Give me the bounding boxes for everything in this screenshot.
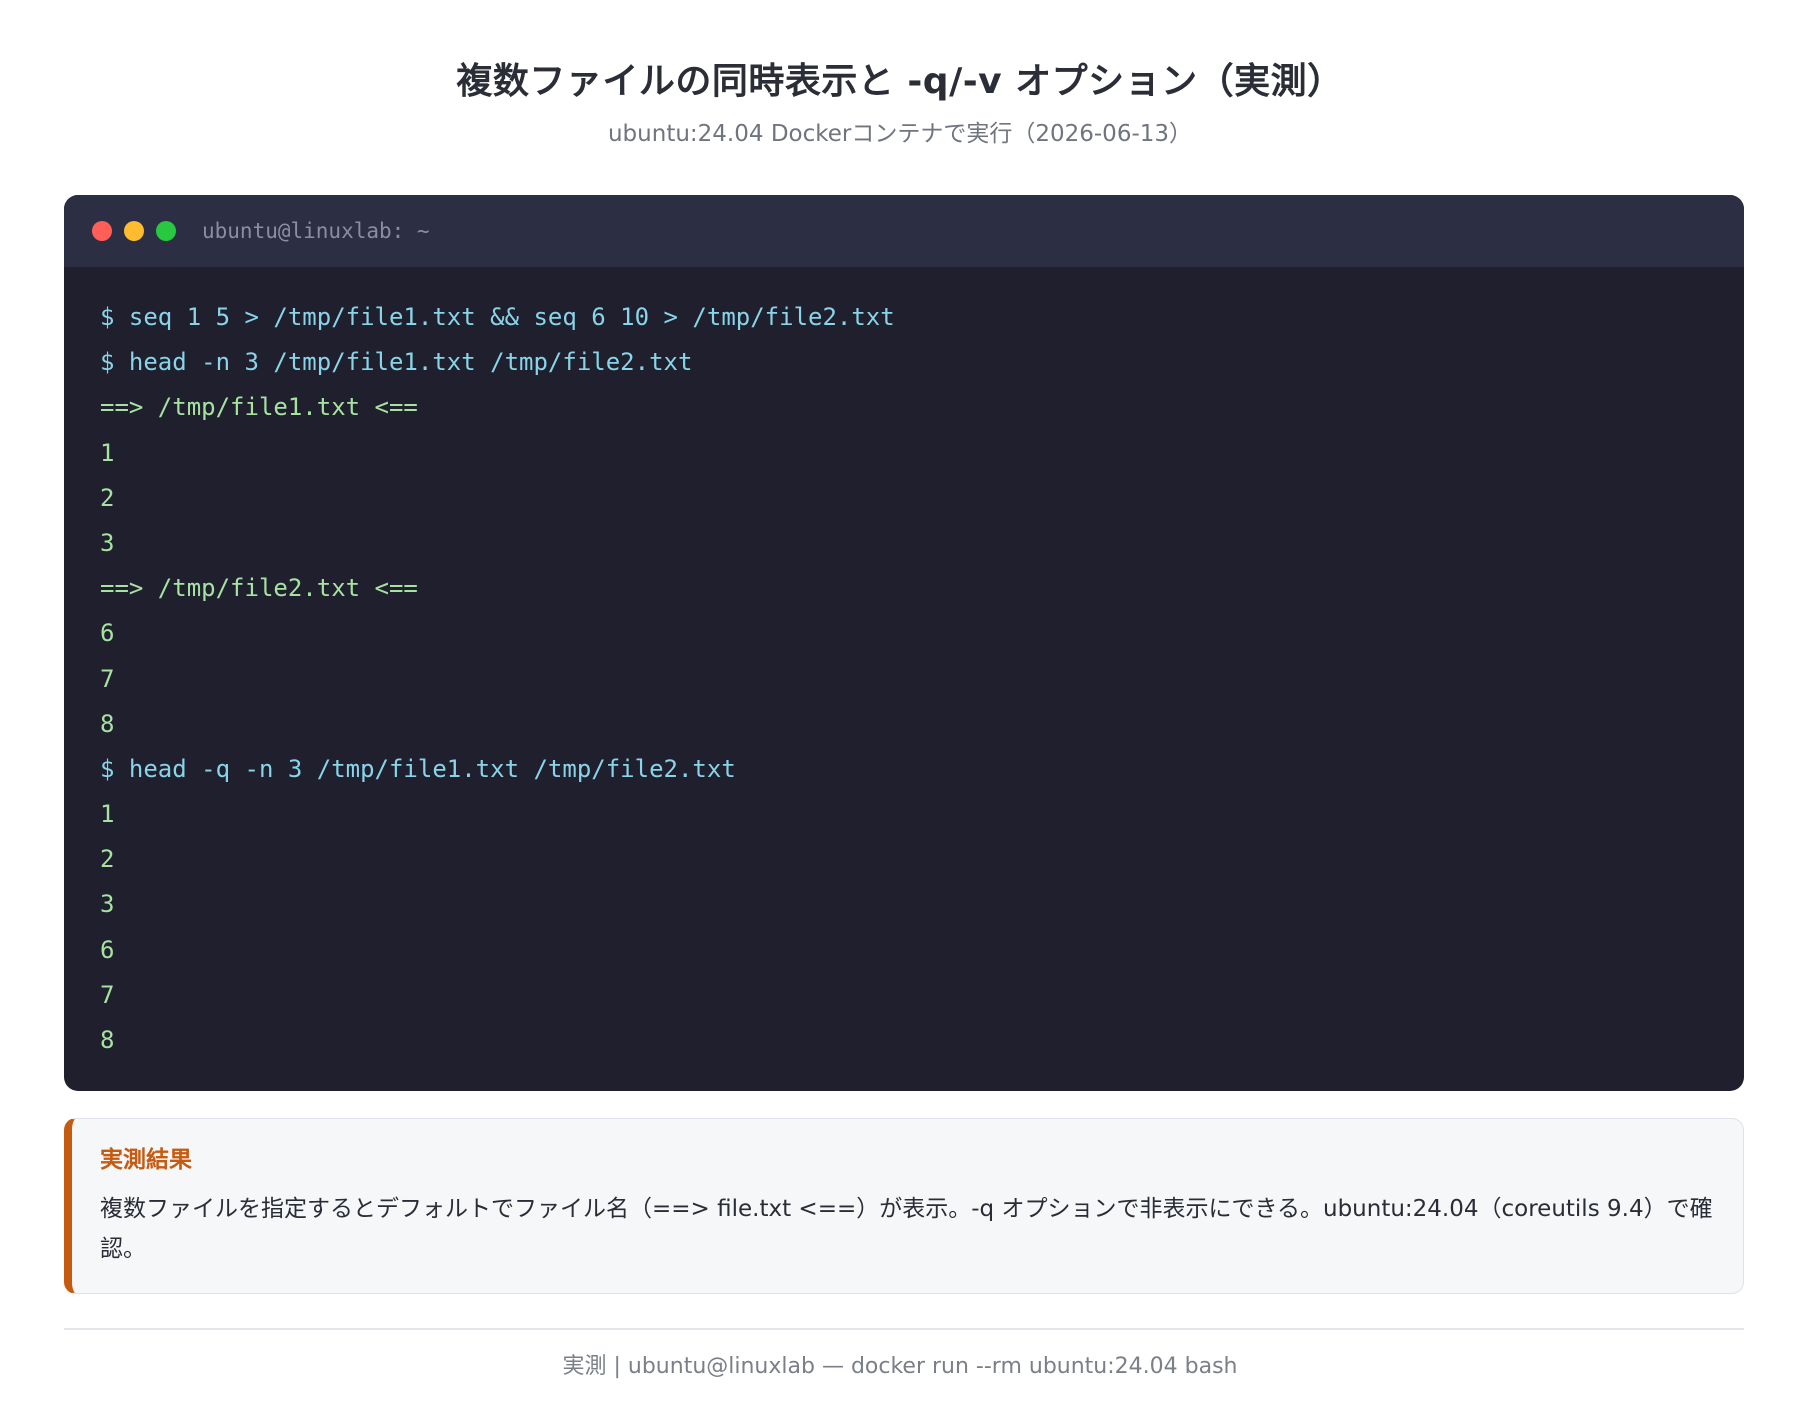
terminal-output-line: 1 bbox=[100, 800, 115, 829]
terminal-output-line: 3 bbox=[100, 528, 115, 557]
callout-title: 実測結果 bbox=[100, 1147, 192, 1173]
terminal-output-line: 8 bbox=[100, 709, 115, 738]
minimize-dot-icon[interactable] bbox=[124, 221, 144, 241]
terminal-output-line: 6 bbox=[100, 619, 115, 648]
terminal-output-line: 7 bbox=[100, 980, 115, 1009]
terminal-output-line: 2 bbox=[100, 483, 115, 512]
result-callout: 実測結果 複数ファイルを指定するとデフォルトでファイル名（==> file.tx… bbox=[64, 1118, 1744, 1294]
terminal-output[interactable]: $ seq 1 5 > /tmp/file1.txt && seq 6 10 >… bbox=[64, 267, 1744, 1063]
page: 複数ファイルの同時表示と -q/-v オプション（実測） ubuntu:24.0… bbox=[0, 0, 1800, 1416]
close-dot-icon[interactable] bbox=[92, 221, 112, 241]
footer: 実測 | ubuntu@linuxlab — docker run --rm u… bbox=[562, 1354, 1238, 1379]
terminal-output-line: 8 bbox=[100, 1026, 115, 1054]
terminal-titlebar: ubuntu@linuxlab: ~ bbox=[64, 195, 1744, 267]
terminal-output-line: ==> /tmp/file1.txt <== bbox=[100, 393, 418, 422]
terminal-output-line: 3 bbox=[100, 890, 115, 919]
terminal-command-line: $ head -q -n 3 /tmp/file1.txt /tmp/file2… bbox=[100, 754, 736, 783]
maximize-dot-icon[interactable] bbox=[156, 221, 176, 241]
terminal-output-line: 2 bbox=[100, 845, 115, 874]
terminal-title: ubuntu@linuxlab: ~ bbox=[202, 219, 430, 243]
terminal-window: ubuntu@linuxlab: ~ $ seq 1 5 > /tmp/file… bbox=[64, 195, 1744, 1091]
page-subtitle: ubuntu:24.04 Dockerコンテナで実行（2026-06-13） bbox=[607, 121, 1193, 147]
page-title: 複数ファイルの同時表示と -q/-v オプション（実測） bbox=[456, 61, 1344, 102]
terminal-output-line: 6 bbox=[100, 935, 115, 964]
terminal-output-line: 1 bbox=[100, 438, 115, 467]
terminal-command-line: $ head -n 3 /tmp/file1.txt /tmp/file2.tx… bbox=[100, 348, 693, 377]
terminal-output-line: ==> /tmp/file2.txt <== bbox=[100, 574, 418, 603]
callout-text: 複数ファイルを指定するとデフォルトでファイル名（==> file.txt <==… bbox=[100, 1196, 1713, 1262]
footer-divider bbox=[64, 1328, 1744, 1330]
terminal-command-line: $ seq 1 5 > /tmp/file1.txt && seq 6 10 >… bbox=[100, 303, 895, 331]
header: 複数ファイルの同時表示と -q/-v オプション（実測） ubuntu:24.0… bbox=[0, 0, 1800, 150]
terminal-output-line: 7 bbox=[100, 664, 115, 693]
